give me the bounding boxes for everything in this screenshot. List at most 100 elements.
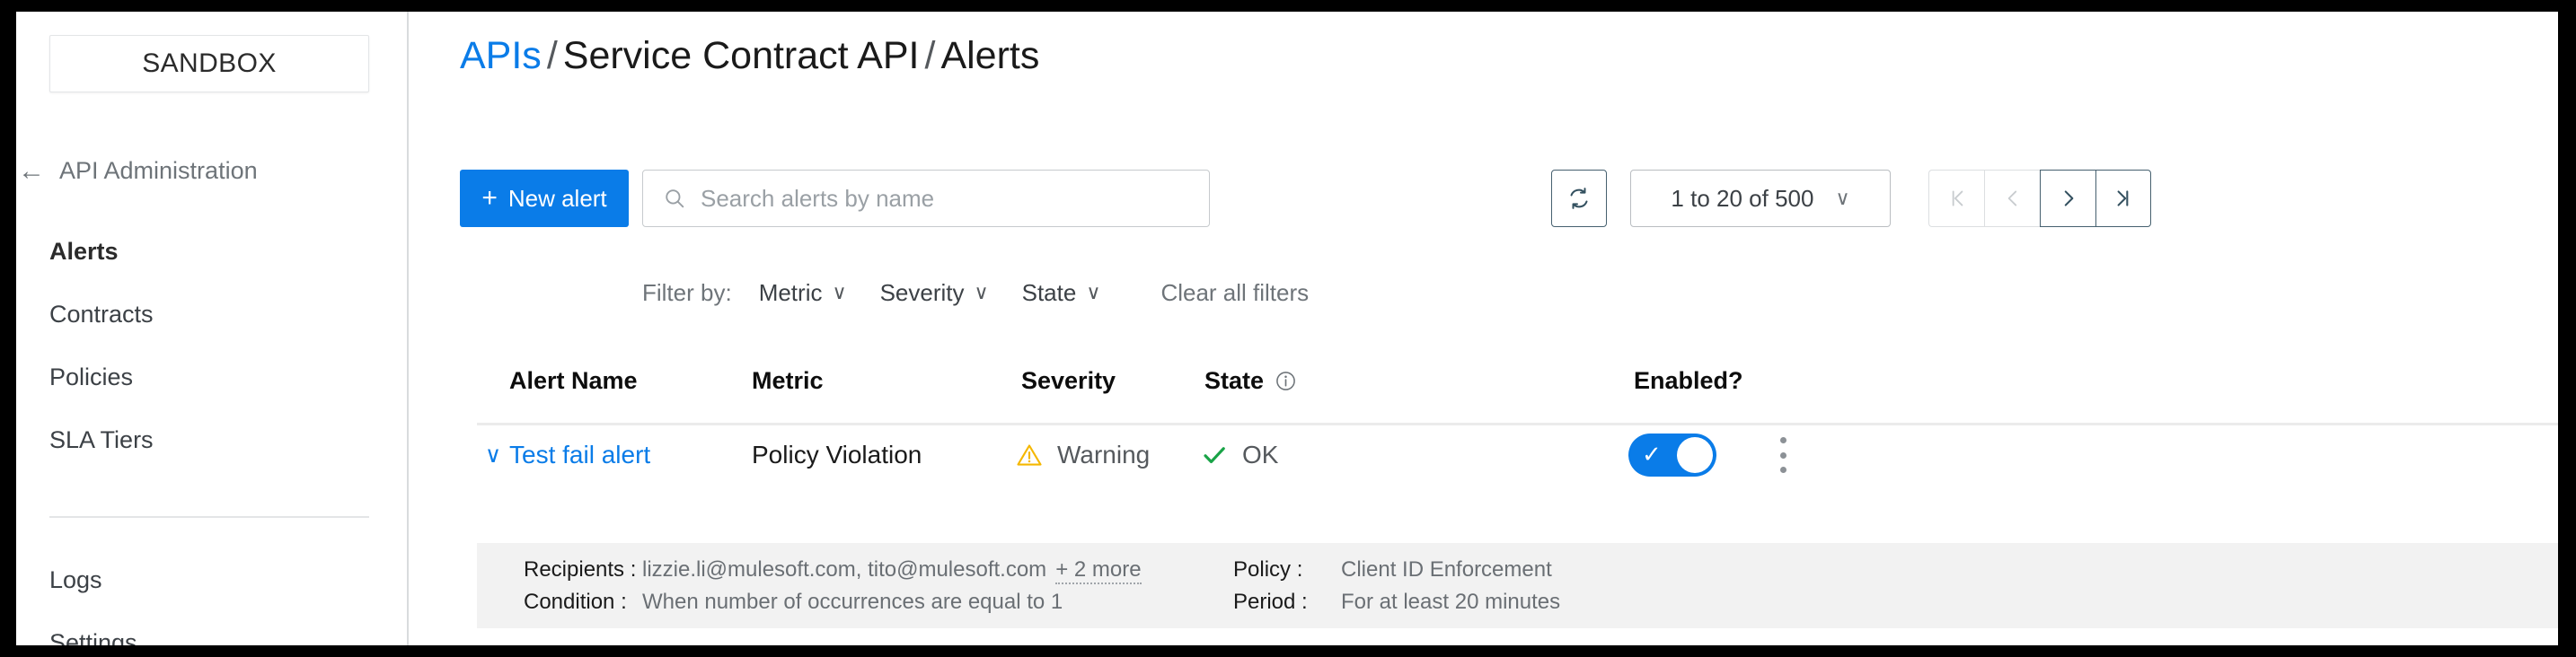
row-kebab-menu-icon[interactable]: [1771, 437, 1795, 473]
cell-state: OK: [1201, 425, 1278, 485]
column-header-enabled: Enabled?: [1634, 367, 1743, 395]
severity-value: Warning: [1057, 441, 1150, 469]
first-page-icon: [1945, 187, 1969, 210]
breadcrumb-link-apis[interactable]: APIs: [460, 34, 542, 77]
filter-label: Metric: [759, 279, 823, 307]
detail-recipients: Recipients : lizzie.li@mulesoft.com, tit…: [524, 557, 1142, 584]
filter-label: State: [1022, 279, 1077, 307]
pagination-last-button[interactable]: [2095, 170, 2151, 227]
pagination-prev-button[interactable]: [1984, 170, 2040, 227]
sidebar-item-label: Alerts: [49, 238, 119, 266]
screenshot-frame: SANDBOX ← API Administration Alerts Cont…: [0, 0, 2576, 657]
filter-dropdown-state[interactable]: State ∨: [1022, 279, 1101, 307]
column-header-alert-name: Alert Name: [509, 367, 638, 395]
sidebar-divider: [49, 516, 369, 518]
kebab-dot: [1780, 437, 1786, 443]
sidebar-item-sla-tiers[interactable]: SLA Tiers: [16, 408, 407, 471]
filter-label: Severity: [880, 279, 965, 307]
toggle-knob: [1677, 437, 1713, 473]
sidebar-primary-nav: Alerts Contracts Policies SLA Tiers: [16, 220, 407, 471]
info-icon[interactable]: [1275, 370, 1297, 392]
detail-key: Period :: [1233, 590, 1341, 615]
refresh-icon: [1566, 185, 1592, 212]
column-header-state: State: [1204, 367, 1297, 395]
chevron-down-icon: ∨: [1835, 187, 1849, 210]
column-header-metric: Metric: [752, 367, 824, 395]
detail-key: Recipients :: [524, 557, 642, 583]
environment-badge[interactable]: SANDBOX: [49, 35, 369, 92]
back-to-api-administration-link[interactable]: ← API Administration: [16, 157, 258, 185]
detail-key: Policy :: [1233, 557, 1341, 583]
search-box[interactable]: [642, 170, 1210, 227]
main-content: APIs/Service Contract API/Alerts + New a…: [410, 12, 2558, 645]
detail-value: Client ID Enforcement: [1341, 557, 1552, 583]
sidebar-item-label: Settings: [49, 629, 137, 646]
toolbar: + New alert: [410, 170, 2558, 227]
kebab-dot: [1780, 467, 1786, 473]
last-page-icon: [2112, 187, 2135, 210]
chevron-right-icon: [2057, 187, 2080, 210]
sidebar-item-policies[interactable]: Policies: [16, 346, 407, 408]
enabled-toggle[interactable]: ✓: [1628, 434, 1716, 477]
cell-metric: Policy Violation: [752, 425, 922, 485]
sidebar-item-contracts[interactable]: Contracts: [16, 283, 407, 346]
refresh-button[interactable]: [1551, 170, 1607, 227]
detail-value: When number of occurrences are equal to …: [642, 590, 1063, 615]
chevron-down-icon: ∨: [1086, 281, 1100, 304]
warning-triangle-icon: [1016, 442, 1043, 469]
filter-dropdown-metric[interactable]: Metric ∨: [759, 279, 847, 307]
state-value: OK: [1242, 441, 1278, 469]
metric-value: Policy Violation: [752, 441, 922, 469]
environment-badge-label: SANDBOX: [142, 48, 277, 79]
sidebar-item-label: Policies: [49, 364, 133, 391]
arrow-left-icon: ←: [16, 158, 47, 185]
sidebar-item-settings[interactable]: Settings: [16, 611, 407, 645]
sidebar-item-logs[interactable]: Logs: [16, 548, 407, 611]
clear-all-filters-link[interactable]: Clear all filters: [1160, 279, 1309, 307]
cell-severity: Warning: [1016, 425, 1150, 485]
new-alert-button-label: New alert: [508, 185, 607, 213]
chevron-down-icon: ∨: [975, 281, 989, 304]
sidebar-item-label: Logs: [49, 566, 102, 594]
detail-key: Condition :: [524, 590, 642, 615]
detail-period: Period : For at least 20 minutes: [1233, 590, 1560, 615]
search-icon: [663, 187, 686, 210]
alert-name-link[interactable]: Test fail alert: [509, 441, 650, 469]
sidebar: SANDBOX ← API Administration Alerts Cont…: [16, 12, 409, 645]
sidebar-item-label: SLA Tiers: [49, 426, 154, 454]
page-size-dropdown[interactable]: 1 to 20 of 500 ∨: [1630, 170, 1891, 227]
recipients-more-link[interactable]: + 2 more: [1055, 557, 1141, 584]
detail-value: lizzie.li@mulesoft.com, tito@mulesoft.co…: [642, 557, 1046, 583]
sidebar-item-label: Contracts: [49, 301, 154, 328]
alerts-table: Alert Name Metric Severity State Enabled…: [477, 367, 2558, 423]
chevron-down-icon: ∨: [832, 281, 846, 304]
breadcrumb-separator: /: [925, 34, 936, 77]
sidebar-item-alerts[interactable]: Alerts: [16, 220, 407, 283]
pagination-controls: [1928, 170, 2151, 227]
breadcrumb: APIs/Service Contract API/Alerts: [460, 34, 1039, 78]
pagination-next-button[interactable]: [2040, 170, 2095, 227]
back-link-label: API Administration: [59, 157, 258, 185]
check-icon: [1201, 442, 1228, 469]
search-input[interactable]: [699, 184, 1184, 214]
breadcrumb-separator: /: [547, 34, 558, 77]
column-header-severity: Severity: [1021, 367, 1116, 395]
table-row: ∨ Test fail alert Policy Violation: [477, 425, 2558, 485]
pagination-first-button[interactable]: [1928, 170, 1984, 227]
kebab-dot: [1780, 452, 1786, 459]
filter-by-label: Filter by:: [642, 279, 732, 307]
filter-bar: Filter by: Metric ∨ Severity ∨ State ∨ C…: [410, 270, 1309, 315]
sidebar-secondary-nav: Logs Settings: [16, 548, 407, 645]
table-header-row: Alert Name Metric Severity State Enabled…: [477, 367, 2558, 423]
check-icon: ✓: [1642, 442, 1662, 466]
row-expand-chevron-down-icon[interactable]: ∨: [477, 425, 509, 485]
column-header-state-label: State: [1204, 367, 1264, 395]
breadcrumb-item-api[interactable]: Service Contract API: [563, 34, 920, 77]
detail-policy: Policy : Client ID Enforcement: [1233, 557, 1552, 583]
cell-alert-name: Test fail alert: [509, 425, 650, 485]
filter-dropdown-severity[interactable]: Severity ∨: [880, 279, 989, 307]
breadcrumb-item-alerts: Alerts: [940, 34, 1039, 77]
plus-icon: +: [481, 185, 498, 212]
chevron-left-icon: [2001, 187, 2025, 210]
new-alert-button[interactable]: + New alert: [460, 170, 629, 227]
